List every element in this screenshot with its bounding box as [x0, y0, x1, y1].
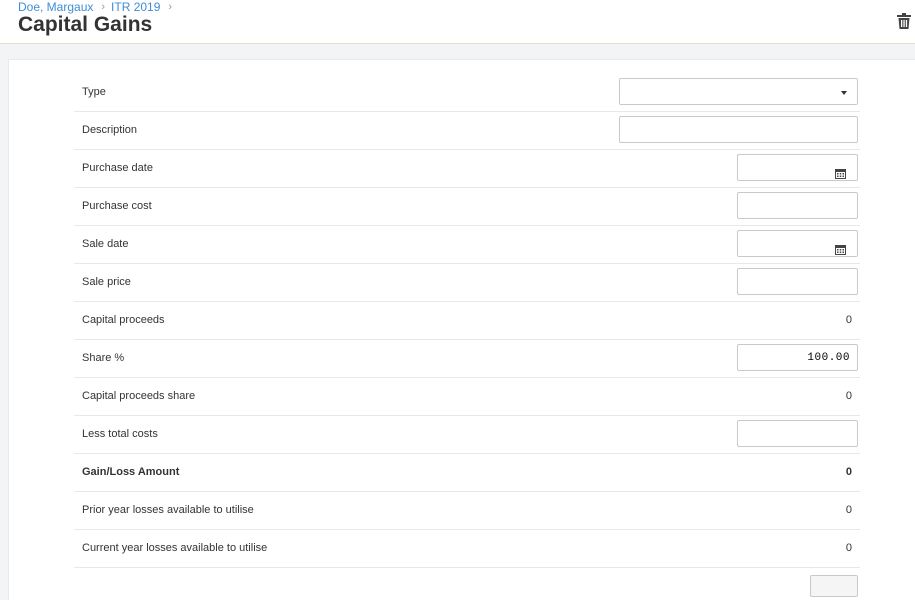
calendar-icon[interactable]	[835, 168, 846, 179]
breadcrumb-client-link[interactable]: Doe, Margaux	[18, 0, 93, 14]
type-select[interactable]	[619, 78, 858, 105]
type-label: Type	[82, 86, 106, 98]
form-row-description: Description	[74, 112, 860, 150]
form-row-purchase-cost: Purchase cost	[74, 188, 860, 226]
form-row-capital-proceeds: Capital proceeds 0	[74, 302, 860, 340]
purchase-date-label: Purchase date	[82, 162, 153, 174]
capital-proceeds-share-label: Capital proceeds share	[82, 390, 196, 402]
form-row-sale-price: Sale price	[74, 264, 860, 302]
current-year-losses-label: Current year losses available to utilise	[82, 542, 268, 554]
less-total-costs-input[interactable]	[737, 420, 858, 447]
breadcrumb-separator: ›	[168, 1, 173, 13]
current-year-losses-value: 0	[845, 542, 852, 554]
prior-year-losses-label: Prior year losses available to utilise	[82, 504, 254, 516]
purchase-date-input[interactable]	[737, 154, 858, 181]
less-total-costs-label: Less total costs	[82, 428, 158, 440]
form-row-prior-year-losses: Prior year losses available to utilise 0	[74, 492, 860, 530]
capital-proceeds-value: 0	[845, 314, 852, 326]
capital-proceeds-share-value: 0	[845, 390, 852, 402]
form-row-less-total-costs: Less total costs	[74, 416, 860, 454]
form-row-sale-date: Sale date	[74, 226, 860, 264]
partial-bottom-button[interactable]	[810, 575, 858, 597]
form-row-share-pct: Share %	[74, 340, 860, 378]
gain-loss-value: 0	[845, 466, 852, 478]
description-input[interactable]	[619, 116, 858, 143]
calendar-icon[interactable]	[835, 244, 846, 255]
gain-loss-label: Gain/Loss Amount	[82, 466, 180, 478]
purchase-cost-input[interactable]	[737, 192, 858, 219]
page-header: Doe, Margaux › ITR 2019 › Capital Gains	[0, 0, 915, 44]
page-title: Capital Gains	[18, 13, 153, 36]
share-pct-label: Share %	[82, 352, 125, 364]
sale-price-label: Sale price	[82, 276, 131, 288]
breadcrumb: Doe, Margaux › ITR 2019 ›	[18, 0, 178, 14]
prior-year-losses-value: 0	[845, 504, 852, 516]
sale-date-label: Sale date	[82, 238, 129, 250]
form-row-type: Type	[74, 74, 860, 112]
sale-price-input[interactable]	[737, 268, 858, 295]
sale-date-input[interactable]	[737, 230, 858, 257]
form-row-gain-loss: Gain/Loss Amount 0	[74, 454, 860, 492]
breadcrumb-return-link[interactable]: ITR 2019	[111, 0, 160, 14]
form-row-purchase-date: Purchase date	[74, 150, 860, 188]
form-row-capital-proceeds-share: Capital proceeds share 0	[74, 378, 860, 416]
caret-down-icon	[841, 91, 847, 95]
capital-proceeds-label: Capital proceeds	[82, 314, 165, 326]
purchase-cost-label: Purchase cost	[82, 200, 152, 212]
description-label: Description	[82, 124, 138, 136]
share-pct-input[interactable]	[737, 344, 858, 371]
breadcrumb-separator: ›	[101, 1, 106, 13]
trash-icon[interactable]	[897, 13, 911, 29]
form-row-current-year-losses: Current year losses available to utilise…	[74, 530, 860, 568]
